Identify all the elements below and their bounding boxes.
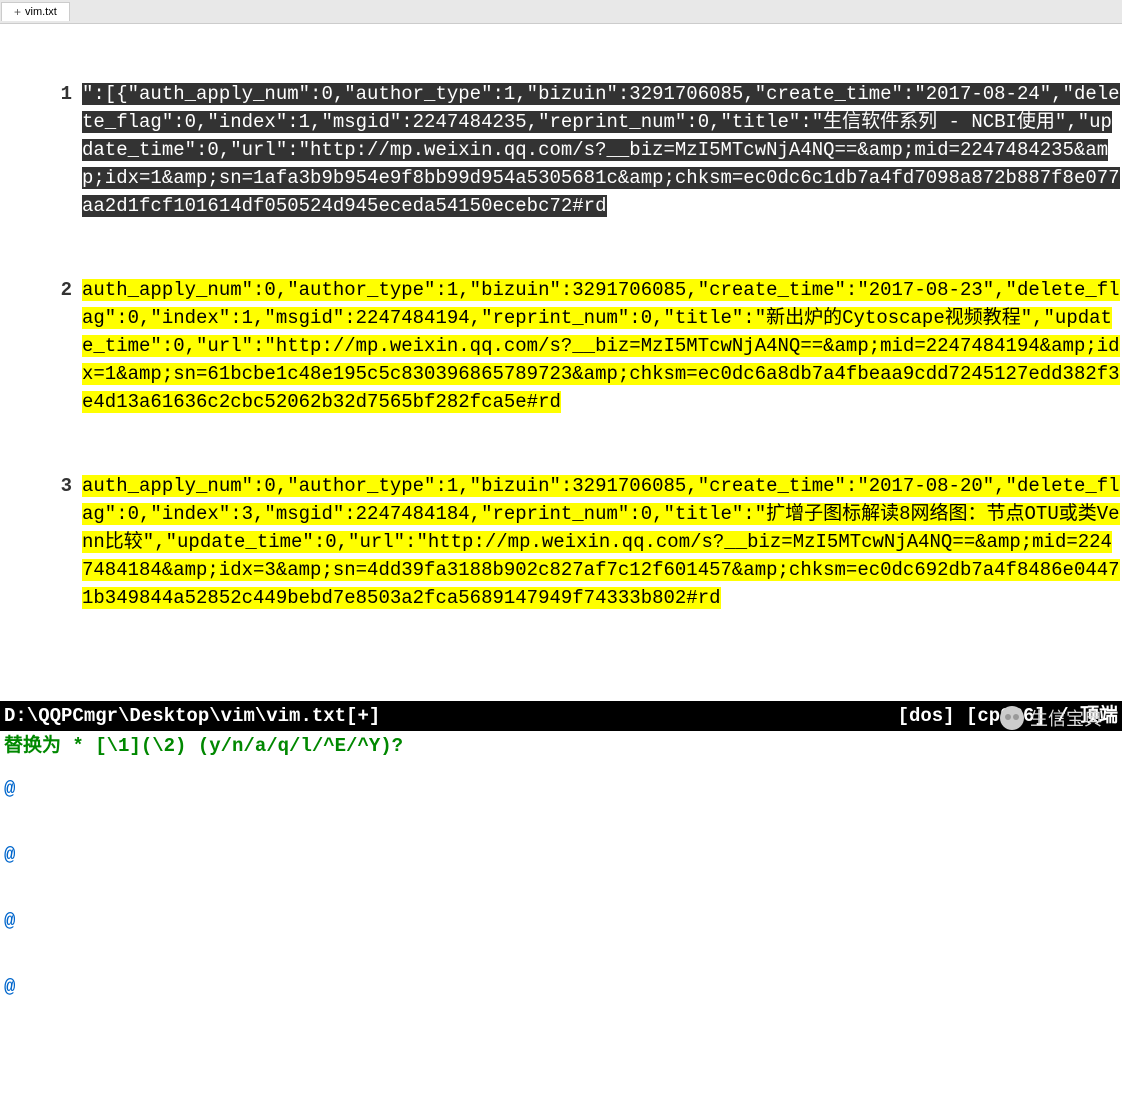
line-text[interactable]: auth_apply_num":0,"author_type":1,"bizui… bbox=[82, 472, 1122, 612]
editor-line: 3 auth_apply_num":0,"author_type":1,"biz… bbox=[0, 472, 1122, 612]
line-text[interactable]: ":[{"auth_apply_num":0,"author_type":1,"… bbox=[82, 80, 1122, 220]
highlighted-text: auth_apply_num":0,"author_type":1,"bizui… bbox=[82, 279, 1120, 413]
file-tab[interactable]: + vim.txt bbox=[1, 2, 70, 21]
editor-line: 2 auth_apply_num":0,"author_type":1,"biz… bbox=[0, 276, 1122, 416]
line-text[interactable]: auth_apply_num":0,"author_type":1,"bizui… bbox=[82, 276, 1122, 416]
wechat-icon bbox=[1000, 706, 1024, 730]
command-line[interactable]: 替换为 * [\1](\2) (y/n/a/q/l/^E/^Y)? bbox=[0, 731, 1122, 761]
tilde-marker: @ bbox=[0, 910, 1122, 932]
watermark: 生信宝典 bbox=[1000, 705, 1102, 731]
tilde-marker: @ bbox=[0, 976, 1122, 998]
status-bar: D:\QQPCmgr\Desktop\vim\vim.txt[+] [dos] … bbox=[0, 701, 1122, 731]
line-number: 2 bbox=[0, 276, 82, 416]
editor-content[interactable]: 1 ":[{"auth_apply_num":0,"author_type":1… bbox=[0, 24, 1122, 700]
line-number: 3 bbox=[0, 472, 82, 612]
tilde-marker: @ bbox=[0, 844, 1122, 866]
line-number: 1 bbox=[0, 80, 82, 220]
tab-bar: + vim.txt bbox=[0, 0, 1122, 24]
tab-filename: vim.txt bbox=[25, 6, 57, 18]
editor-area[interactable]: 1 ":[{"auth_apply_num":0,"author_type":1… bbox=[0, 24, 1122, 700]
tilde-marker: @ bbox=[0, 778, 1122, 800]
tab-plus-icon: + bbox=[14, 5, 21, 19]
editor-line: 1 ":[{"auth_apply_num":0,"author_type":1… bbox=[0, 80, 1122, 220]
watermark-text: 生信宝典 bbox=[1030, 705, 1102, 731]
status-left: D:\QQPCmgr\Desktop\vim\vim.txt[+] bbox=[4, 703, 380, 729]
command-text: 替换为 * [\1](\2) (y/n/a/q/l/^E/^Y)? bbox=[4, 735, 403, 757]
selected-text: ":[{"auth_apply_num":0,"author_type":1,"… bbox=[82, 83, 1120, 217]
highlighted-text: auth_apply_num":0,"author_type":1,"bizui… bbox=[82, 475, 1120, 609]
